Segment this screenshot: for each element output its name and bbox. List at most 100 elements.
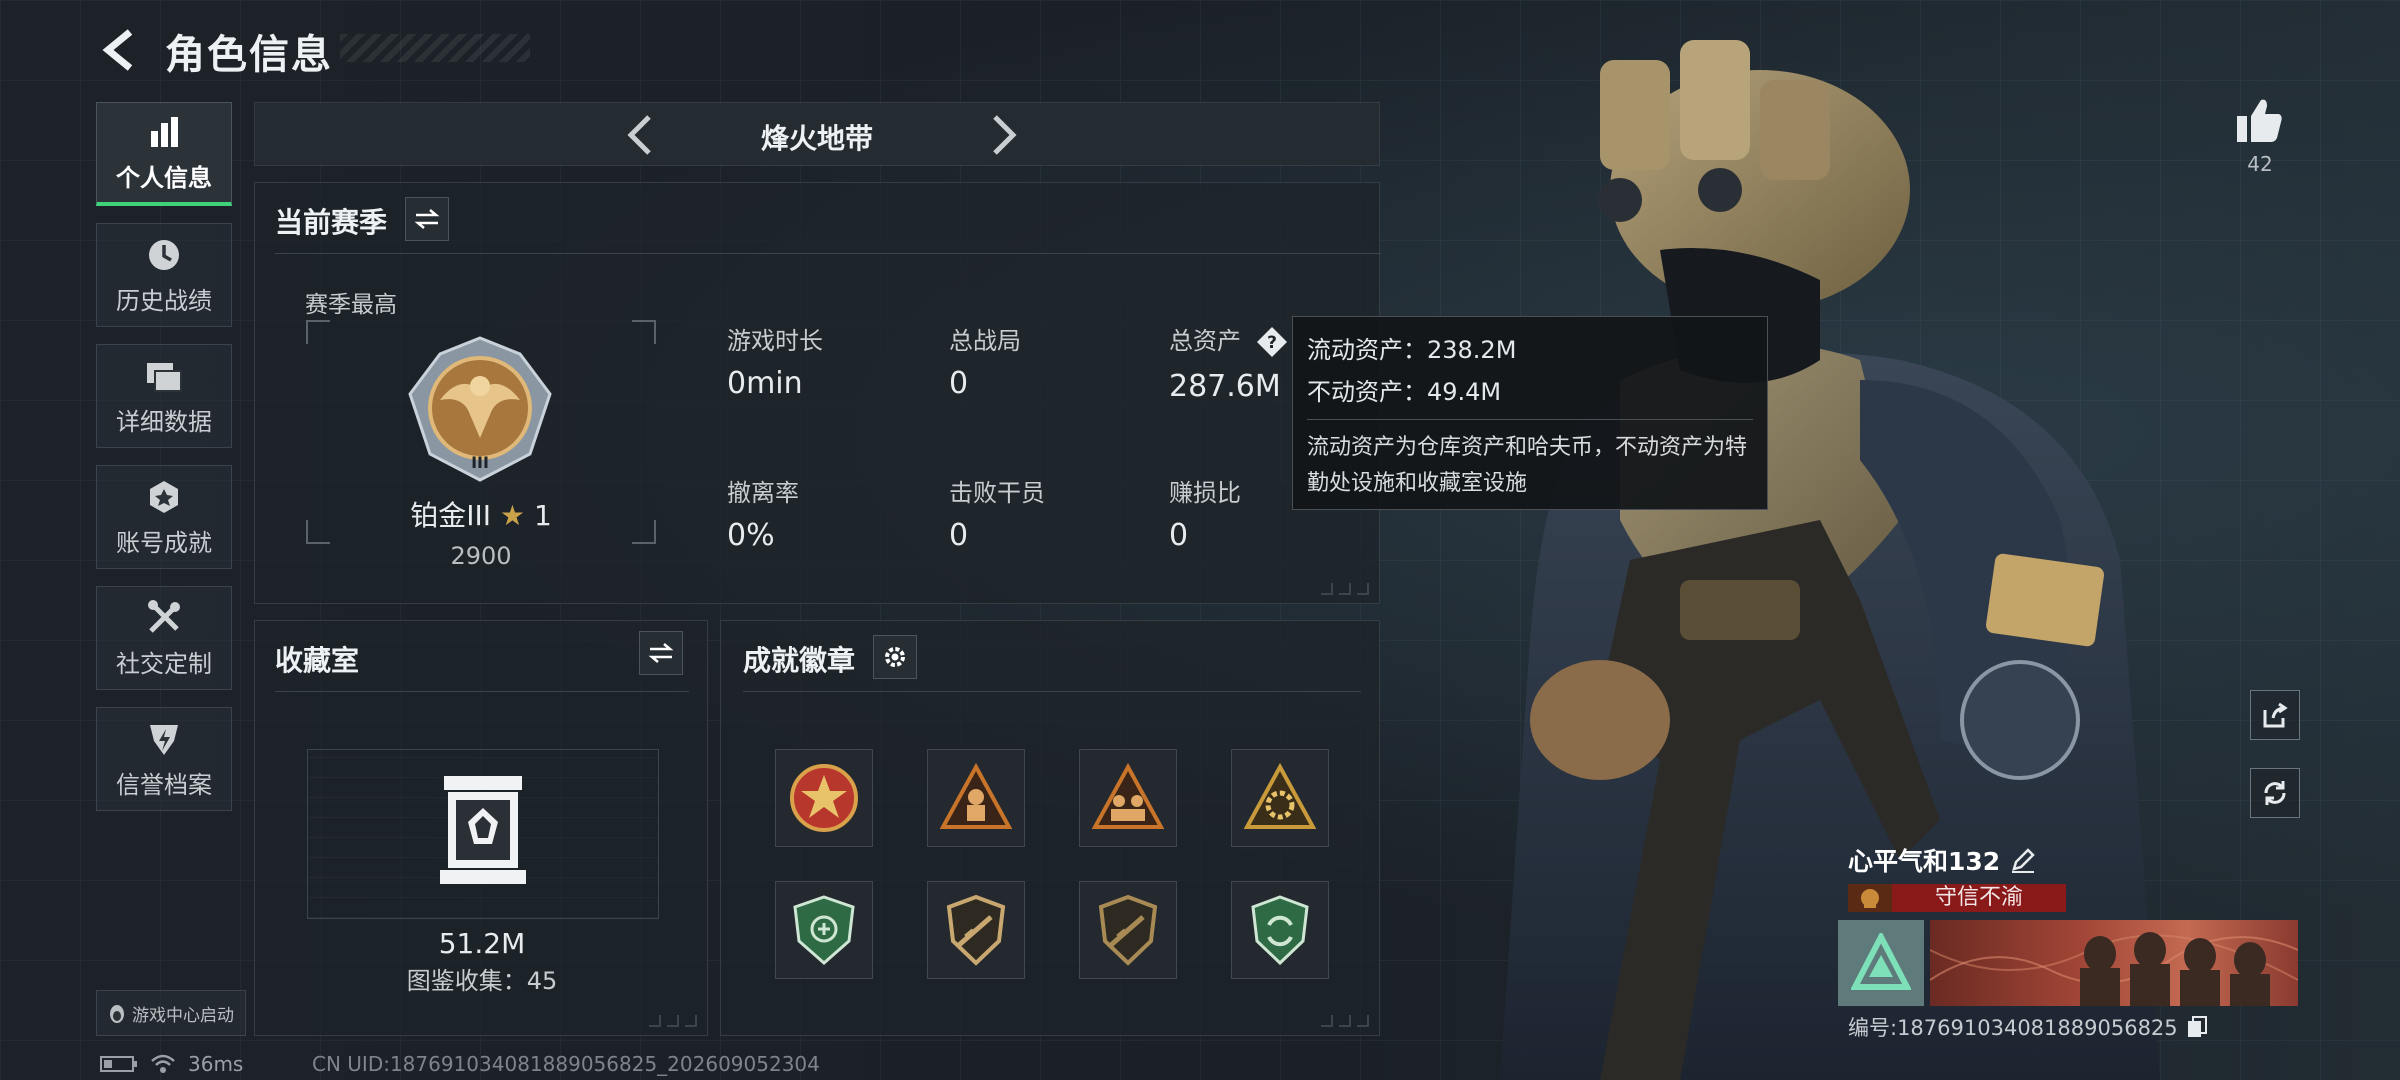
corner-decoration: [649, 1015, 697, 1027]
divider: [275, 253, 1381, 254]
rank-name-row: 铂金III ★ 1: [306, 494, 656, 534]
mode-selector: 烽火地带: [254, 102, 1380, 166]
achievement-badge[interactable]: [927, 881, 1025, 979]
svg-text:?: ?: [1267, 333, 1277, 353]
achievement-badge[interactable]: [1231, 881, 1329, 979]
display-case-icon: [440, 776, 526, 884]
bar-chart-icon: [144, 112, 184, 152]
rank-points: 2900: [450, 542, 512, 570]
catalog-count: 图鉴收集：45: [406, 967, 558, 995]
nav-item-achievements[interactable]: 账号成就: [96, 465, 232, 569]
rank-stars: 1: [533, 499, 552, 532]
like-count: 42: [2247, 152, 2273, 176]
operator-character-art: [1500, 40, 2160, 1080]
stat-label: 击败干员: [949, 479, 1045, 507]
back-arrow-icon: [102, 29, 133, 71]
page-title: 角色信息: [165, 32, 333, 78]
help-icon[interactable]: ?: [1255, 325, 1289, 359]
nav-label: 历史战绩: [116, 286, 212, 315]
achievement-badge[interactable]: [1079, 749, 1177, 847]
stat-value: 0%: [727, 518, 775, 553]
player-id: 编号:187691034081889056825: [1848, 1016, 2178, 1040]
shield-bolt-icon: [144, 719, 184, 759]
triangle-gear-icon: [1243, 762, 1317, 829]
like-button[interactable]: 42: [2230, 96, 2290, 176]
title-decoration: [340, 34, 530, 62]
tools-icon: [144, 598, 184, 638]
platinum-rank-badge-icon: III: [408, 336, 552, 482]
nav-item-reputation[interactable]: 信誉档案: [96, 707, 232, 811]
edit-pencil-icon[interactable]: [2010, 847, 2036, 873]
stat-label: 游戏时长: [727, 327, 823, 355]
achievements-panel: 成就徽章: [720, 620, 1380, 1036]
collection-preview[interactable]: [307, 749, 659, 919]
squad-banner-image: [1930, 932, 2298, 1006]
nav-item-social[interactable]: 社交定制: [96, 586, 232, 690]
mode-title: 烽火地带: [760, 122, 873, 155]
credit-tag: 守信不渝: [1848, 884, 2070, 912]
battery-icon: [100, 1056, 137, 1072]
nav-item-personal-info[interactable]: 个人信息: [96, 102, 232, 206]
stat-label-text: 总资产: [1169, 327, 1241, 355]
player-name-row: 心平气和132: [1848, 842, 2036, 878]
achievement-badge[interactable]: [775, 881, 873, 979]
stat-value: 0: [1169, 518, 1189, 553]
copy-icon[interactable]: [2186, 1015, 2208, 1039]
achievements-title: 成就徽章: [743, 644, 856, 677]
share-icon: [2263, 702, 2288, 728]
divider: [1307, 419, 1753, 420]
achievements-settings-button[interactable]: [873, 635, 917, 679]
star-medal-icon: [790, 764, 858, 832]
achievement-badge[interactable]: [775, 749, 873, 847]
refresh-icon: [2264, 781, 2286, 805]
rank-frame: III 铂金III ★ 1 2900: [306, 320, 656, 570]
stat-value: 0: [949, 518, 969, 553]
rank-numeral: III: [471, 453, 489, 472]
nav-item-history[interactable]: 历史战绩: [96, 223, 232, 327]
chevron-right-icon: [993, 115, 1017, 155]
stat-value: 0min: [727, 366, 803, 401]
tooltip-description: 流动资产为仓库资产和哈夫币，不动资产为特勤处设施和收藏室设施: [1307, 435, 1748, 496]
penguin-icon: [110, 1005, 124, 1023]
stat-label: 撤离率: [727, 479, 799, 507]
triangle-emblem-icon: [1851, 933, 1911, 990]
nav-label: 个人信息: [116, 164, 212, 192]
ping-value: 36ms: [188, 1052, 244, 1076]
mode-next-button[interactable]: [979, 111, 1029, 159]
divider: [275, 691, 689, 692]
stat-play-time: 游戏时长 0min: [727, 321, 927, 401]
achievement-badge[interactable]: [1079, 881, 1177, 979]
nav-label: 信誉档案: [116, 770, 212, 799]
collection-value: 51.2M: [438, 927, 526, 960]
divider: [743, 691, 1361, 692]
corner-decoration: [1321, 1015, 1369, 1027]
refresh-button[interactable]: [2250, 768, 2300, 818]
season-best-label: 赛季最高: [305, 292, 397, 318]
back-button[interactable]: [96, 24, 144, 76]
share-button[interactable]: [2250, 690, 2300, 740]
stat-operators-defeated: 击败干员 0: [949, 473, 1149, 553]
status-bar: 36ms: [100, 1052, 243, 1076]
thumbs-up-icon: [2237, 99, 2282, 142]
swap-icon: [648, 643, 674, 663]
season-switch-button[interactable]: [405, 197, 449, 241]
game-center-launch-button[interactable]: 游戏中心启动: [96, 990, 246, 1036]
collection-panel: 收藏室 51.2M 图鉴收集：45: [254, 620, 708, 1036]
side-nav: 个人信息 历史战绩 详细数据 账号成就 社交定制 信誉档案: [96, 102, 234, 828]
nav-item-detailed-data[interactable]: 详细数据: [96, 344, 232, 448]
wifi-icon: [151, 1054, 175, 1073]
folders-icon: [144, 356, 184, 396]
medal-star-icon: [144, 477, 184, 517]
achievement-badge[interactable]: [927, 749, 1025, 847]
player-emblem[interactable]: [1838, 920, 1924, 1006]
player-banner[interactable]: [1930, 920, 2298, 1006]
achievement-badge[interactable]: [1231, 749, 1329, 847]
rifle-shield-icon: [1098, 894, 1158, 966]
star-icon: ★: [499, 499, 526, 532]
collection-switch-button[interactable]: [639, 631, 683, 675]
tooltip-fixed-assets: 不动资产：49.4M: [1307, 378, 1502, 406]
green-cycle-shield-icon: [1251, 895, 1309, 966]
stat-label: 总战局: [949, 327, 1021, 355]
green-shield-icon: [793, 895, 855, 965]
stat-value: 0: [949, 366, 969, 401]
